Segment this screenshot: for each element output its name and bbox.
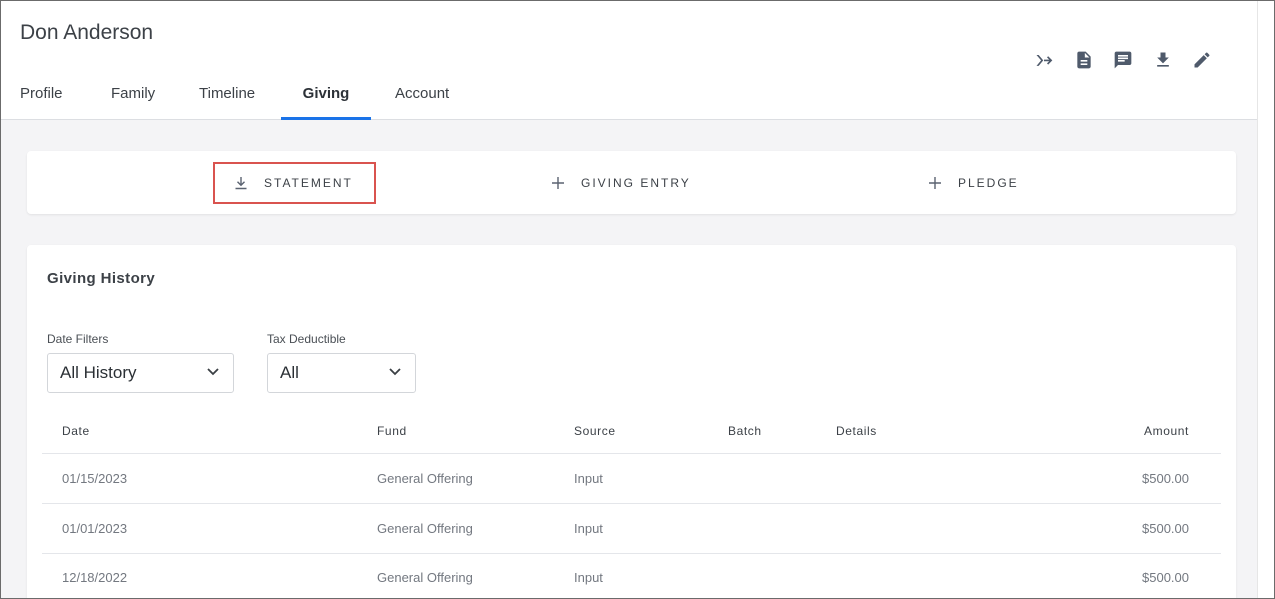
row-amount: $500.00 bbox=[1142, 471, 1189, 486]
row-source: Input bbox=[574, 570, 603, 585]
tax-deductible-label: Tax Deductible bbox=[267, 332, 346, 346]
giving-history-card: Giving History Date Filters All History … bbox=[27, 245, 1236, 598]
row-source: Input bbox=[574, 521, 603, 536]
row-date: 01/15/2023 bbox=[62, 471, 128, 486]
tab-label: Profile bbox=[20, 85, 63, 102]
document-icon[interactable] bbox=[1073, 49, 1095, 71]
table-header: Date Fund Source Batch Details Amount bbox=[42, 413, 1221, 454]
row-fund: General Offering bbox=[377, 570, 473, 585]
tab-account[interactable]: Account bbox=[395, 71, 455, 120]
tax-deductible-value: All bbox=[280, 363, 299, 382]
table-row[interactable]: 01/01/2023 General Offering Input $500.0… bbox=[42, 504, 1221, 554]
tab-label: Giving bbox=[302, 85, 350, 102]
table-row[interactable]: 01/15/2023 General Offering Input $500.0… bbox=[42, 454, 1221, 504]
row-date: 01/01/2023 bbox=[62, 521, 128, 536]
section-title: Giving History bbox=[47, 270, 156, 287]
tab-giving[interactable]: Giving bbox=[281, 71, 371, 120]
tab-label: Account bbox=[395, 85, 450, 102]
download-icon[interactable] bbox=[1152, 49, 1174, 71]
tab-label: Family bbox=[111, 85, 156, 102]
chevron-down-icon bbox=[387, 363, 403, 384]
page-title: Don Anderson bbox=[20, 21, 154, 44]
statement-highlight bbox=[213, 162, 376, 204]
plus-icon bbox=[551, 176, 565, 190]
table-row[interactable]: 12/18/2022 General Offering Input $500.0… bbox=[42, 553, 1221, 598]
date-filter-select[interactable]: All History bbox=[47, 353, 234, 393]
tab-label: Timeline bbox=[199, 85, 256, 102]
pledge-button[interactable]: PLEDGE bbox=[928, 151, 1019, 214]
column-source[interactable]: Source bbox=[574, 424, 616, 438]
tab-timeline[interactable]: Timeline bbox=[199, 71, 257, 120]
comment-icon[interactable] bbox=[1112, 49, 1134, 71]
tab-bar: Profile Family Timeline Giving Account bbox=[1, 71, 455, 120]
person-header: Don Anderson Profile Family Timeline Giv… bbox=[1, 1, 1257, 120]
row-fund: General Offering bbox=[377, 521, 473, 536]
row-amount: $500.00 bbox=[1142, 570, 1189, 585]
merge-icon[interactable] bbox=[1033, 49, 1055, 71]
giving-entry-label: GIVING ENTRY bbox=[581, 175, 691, 190]
vertical-scrollbar[interactable] bbox=[1257, 1, 1274, 598]
date-filter-value: All History bbox=[60, 363, 137, 382]
row-amount: $500.00 bbox=[1142, 521, 1189, 536]
column-amount[interactable]: Amount bbox=[1144, 424, 1189, 438]
column-batch[interactable]: Batch bbox=[728, 424, 762, 438]
column-details[interactable]: Details bbox=[836, 424, 877, 438]
giving-actions-card: STATEMENT GIVING ENTRY PLEDGE bbox=[27, 151, 1236, 214]
row-date: 12/18/2022 bbox=[62, 570, 128, 585]
plus-icon bbox=[928, 176, 942, 190]
header-toolbar bbox=[1033, 49, 1231, 71]
chevron-down-icon bbox=[205, 363, 221, 384]
tab-profile[interactable]: Profile bbox=[20, 71, 68, 120]
pledge-label: PLEDGE bbox=[958, 175, 1019, 190]
giving-entry-button[interactable]: GIVING ENTRY bbox=[551, 151, 691, 214]
edit-icon[interactable] bbox=[1191, 49, 1213, 71]
app-frame: Don Anderson Profile Family Timeline Giv… bbox=[0, 0, 1275, 599]
tab-family[interactable]: Family bbox=[111, 71, 157, 120]
column-fund[interactable]: Fund bbox=[377, 424, 407, 438]
row-source: Input bbox=[574, 471, 603, 486]
column-date[interactable]: Date bbox=[62, 424, 90, 438]
row-fund: General Offering bbox=[377, 471, 473, 486]
date-filters-label: Date Filters bbox=[47, 332, 109, 346]
tax-deductible-select[interactable]: All bbox=[267, 353, 416, 393]
